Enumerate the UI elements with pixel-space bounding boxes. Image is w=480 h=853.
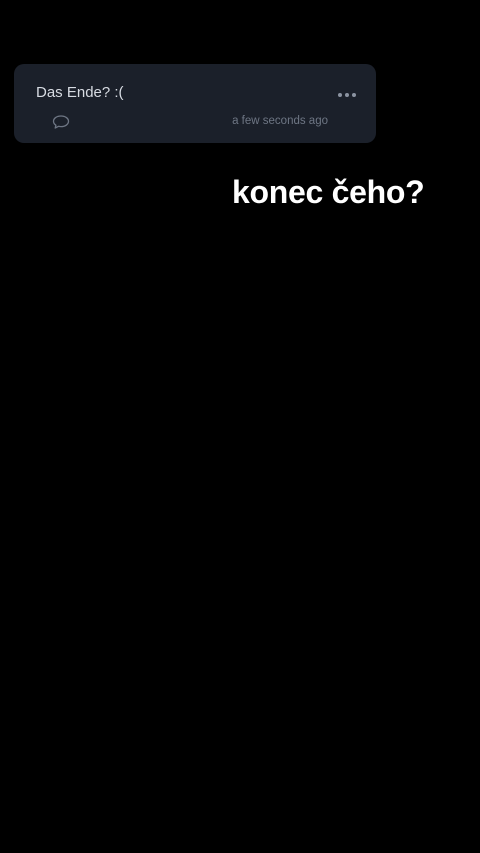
post-card[interactable]: Das Ende? :( a few seconds ago (14, 64, 376, 143)
ellipsis-icon (345, 93, 349, 97)
post-timestamp: a few seconds ago (232, 115, 328, 127)
post-text: Das Ende? :( (36, 84, 124, 101)
ellipsis-icon (352, 93, 356, 97)
more-options-button[interactable] (334, 86, 360, 104)
comment-button[interactable] (52, 114, 70, 130)
speech-bubble-icon (52, 115, 70, 129)
story-caption: konec čeho? (232, 174, 425, 210)
ellipsis-icon (338, 93, 342, 97)
